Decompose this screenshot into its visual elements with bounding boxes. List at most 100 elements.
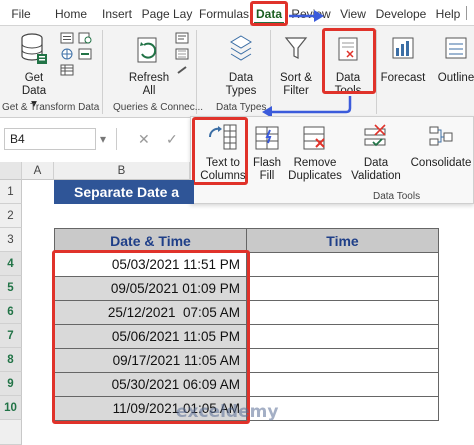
database-icon	[21, 33, 47, 64]
time-cell[interactable]	[246, 324, 439, 349]
data-types-button[interactable]: Data Types	[218, 32, 264, 98]
ribbon-separator	[376, 30, 377, 114]
outline-icon	[445, 37, 467, 59]
get-data-label: Get Data	[21, 72, 47, 97]
time-cell[interactable]	[246, 300, 439, 325]
row-header-2[interactable]: 2	[0, 204, 22, 228]
tab-formulas[interactable]: Formulas	[198, 4, 250, 24]
ribbon: Get Data ▾ Refresh All Data Types Sort &…	[0, 26, 474, 118]
data-types-icon	[230, 35, 252, 61]
refresh-icon	[137, 37, 157, 63]
sort-filter-button[interactable]: Sort & Filter	[276, 32, 316, 98]
formula-bar: B4 ▾ ✕ ✓	[0, 124, 190, 154]
get-data-button[interactable]: Get Data ▾	[14, 32, 54, 111]
time-cell[interactable]	[246, 276, 439, 301]
row-header-4[interactable]: 4	[0, 252, 22, 276]
remove-duplicates-label: Remove Duplicates	[288, 157, 342, 182]
column-header-a[interactable]: A	[22, 162, 54, 180]
column-header-b[interactable]: B	[54, 162, 190, 180]
date-time-cell[interactable]: 09/17/2021 11:05 AM	[54, 348, 247, 373]
data-tools-popup: Text to Columns Flash Fill Remove Duplic…	[190, 116, 474, 204]
ribbon-tab-bar: File Home Insert Page Lay Formulas Data …	[0, 0, 474, 26]
flash-fill-label: Flash Fill	[252, 157, 282, 182]
outline-label: Outline	[437, 72, 474, 84]
refresh-all-label: Refresh All	[128, 72, 170, 97]
filter-icon	[284, 37, 308, 59]
row-header-11[interactable]	[0, 420, 22, 445]
remove-duplicates-button[interactable]: Remove Duplicates	[287, 123, 343, 183]
watermark: exceldemy	[176, 402, 279, 422]
edit-links-icon[interactable]	[175, 64, 189, 76]
date-time-cell[interactable]: 05/30/2021 06:09 AM	[54, 372, 247, 397]
existing-connections-icon[interactable]	[78, 48, 92, 60]
time-cell[interactable]	[246, 348, 439, 373]
header-time[interactable]: Time	[246, 228, 439, 253]
from-table-icon[interactable]	[60, 64, 74, 76]
data-types-label: Data Types	[225, 72, 257, 97]
tab-insert[interactable]: Insert	[100, 4, 134, 24]
sheet-title: Separate Date a	[54, 180, 194, 204]
row-header-10[interactable]: 10	[0, 396, 22, 420]
data-tools-label: Data Tools	[334, 72, 362, 97]
data-validation-button[interactable]: Data Validation	[345, 123, 407, 183]
flash-fill-icon	[255, 126, 279, 150]
cancel-icon[interactable]: ✕	[138, 131, 150, 148]
ribbon-separator	[102, 30, 103, 114]
row-header-3[interactable]: 3	[0, 228, 22, 252]
from-text-icon[interactable]	[60, 32, 74, 44]
row-header-5[interactable]: 5	[0, 276, 22, 300]
data-validation-icon	[364, 124, 386, 147]
enter-icon[interactable]: ✓	[166, 131, 178, 148]
group-label-get-transform: Get & Transform Data	[2, 102, 100, 113]
ribbon-separator	[270, 30, 271, 114]
text-to-columns-button[interactable]: Text to Columns	[197, 123, 249, 183]
group-label-queries: Queries & Connec...	[113, 102, 204, 113]
recent-sources-icon[interactable]	[78, 32, 92, 44]
row-header-8[interactable]: 8	[0, 348, 22, 372]
tab-review[interactable]: Review	[290, 4, 332, 24]
select-all-corner[interactable]	[0, 162, 22, 180]
consolidate-button[interactable]: Consolidate	[409, 123, 473, 170]
group-label-data-types: Data Types	[216, 102, 267, 113]
text-to-columns-label: Text to Columns	[200, 157, 246, 182]
flash-fill-button[interactable]: Flash Fill	[251, 123, 283, 183]
time-cell[interactable]	[246, 372, 439, 397]
tab-overflow-divider	[466, 6, 474, 20]
tab-home[interactable]: Home	[54, 4, 88, 24]
text-to-columns-icon	[209, 124, 237, 150]
data-validation-label: Data Validation	[351, 157, 401, 182]
consolidate-icon	[429, 126, 453, 146]
row-header-7[interactable]: 7	[0, 324, 22, 348]
group-label-data-tools: Data Tools	[373, 191, 421, 202]
data-tools-icon	[338, 37, 358, 61]
from-web-icon[interactable]	[60, 48, 74, 60]
name-box[interactable]: B4	[4, 128, 96, 150]
date-time-cell[interactable]: 25/12/2021 07:05 AM	[54, 300, 247, 325]
header-date-time[interactable]: Date & Time	[54, 228, 247, 253]
forecast-icon	[392, 37, 414, 59]
row-header-6[interactable]: 6	[0, 300, 22, 324]
tab-developer[interactable]: Develope	[375, 4, 427, 24]
date-time-cell[interactable]: 05/03/2021 11:51 PM	[54, 252, 247, 277]
sort-filter-label: Sort & Filter	[280, 72, 312, 97]
refresh-all-button[interactable]: Refresh All	[126, 32, 172, 98]
row-header-1[interactable]: 1	[0, 180, 22, 204]
queries-icon[interactable]	[175, 32, 189, 44]
tab-help[interactable]: Help	[435, 4, 461, 24]
time-cell[interactable]	[246, 252, 439, 277]
forecast-button[interactable]: Forecast	[380, 32, 426, 85]
date-time-cell[interactable]: 05/06/2021 11:05 PM	[54, 324, 247, 349]
date-time-cell[interactable]: 09/05/2021 01:09 PM	[54, 276, 247, 301]
row-header-9[interactable]: 9	[0, 372, 22, 396]
tab-file[interactable]: File	[8, 4, 34, 24]
tab-data[interactable]: Data	[254, 4, 284, 24]
data-tools-button[interactable]: Data Tools	[326, 32, 370, 98]
consolidate-label: Consolidate	[410, 157, 472, 169]
forecast-label: Forecast	[380, 72, 426, 84]
name-box-dropdown-icon[interactable]: ▾	[100, 132, 106, 146]
properties-icon[interactable]	[175, 48, 189, 60]
tab-page-layout[interactable]: Page Lay	[140, 4, 194, 24]
outline-button[interactable]: Outline	[436, 32, 474, 85]
tab-view[interactable]: View	[340, 4, 366, 24]
formula-divider	[116, 128, 117, 150]
